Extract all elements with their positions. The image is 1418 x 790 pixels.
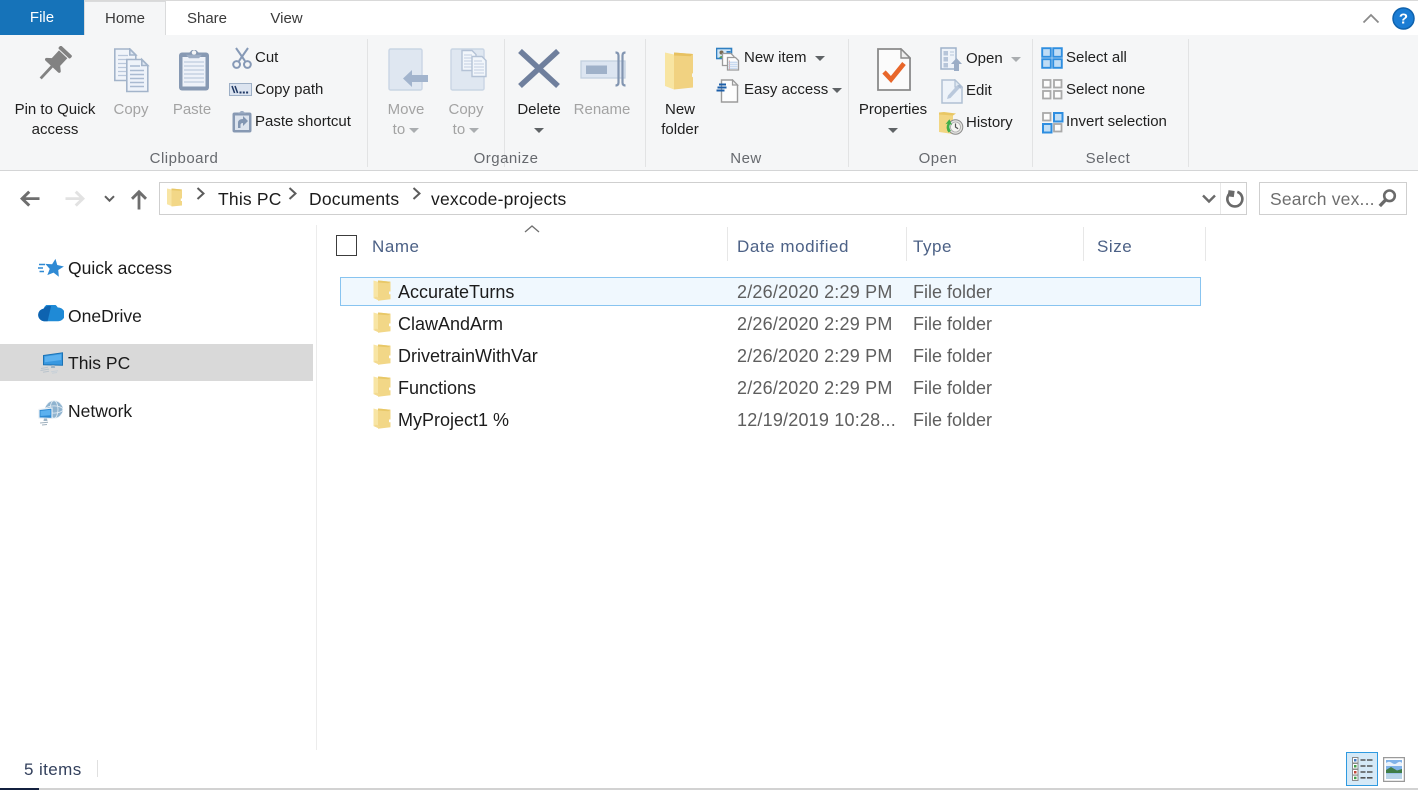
svg-text:?: ? — [1399, 11, 1408, 28]
